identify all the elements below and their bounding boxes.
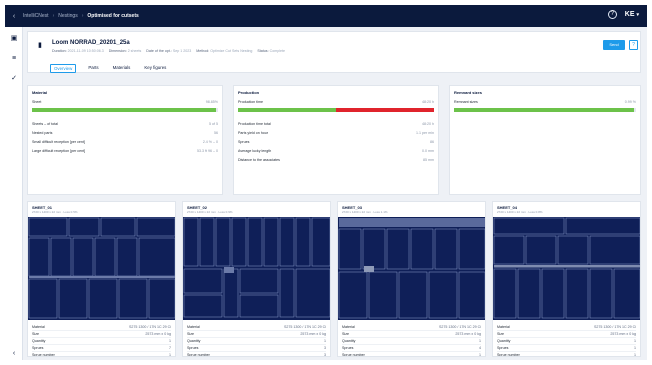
user-initials: KE bbox=[624, 11, 635, 18]
list-icon[interactable]: ≡ bbox=[10, 55, 18, 62]
card-row: Sprue number 1 bbox=[342, 351, 481, 357]
nesting-preview[interactable] bbox=[493, 217, 640, 320]
meta-item: Duration: 2021-11-09 10:50:06.3 bbox=[52, 49, 104, 53]
main-content: ▮ Loom NORRAD_20201_25a Duration: 2021-1… bbox=[27, 31, 641, 357]
panel-title: Material bbox=[32, 90, 48, 95]
user-menu[interactable]: KE ▾ bbox=[625, 11, 639, 18]
help-button[interactable]: ? bbox=[629, 40, 638, 50]
back-arrow-icon[interactable]: ‹ bbox=[5, 13, 23, 20]
meta-item: Status: Complete bbox=[257, 49, 285, 53]
stat-row: Nested parts 56 bbox=[32, 131, 218, 135]
panel-title: Production bbox=[238, 90, 260, 95]
stat-row: Production time total 48:20 h bbox=[238, 122, 434, 126]
bar-fill-red bbox=[336, 108, 434, 112]
bar-caption: Production time 48:20 h bbox=[238, 100, 434, 104]
breadcrumb-current: Optimised for cutsets bbox=[87, 13, 139, 19]
sheet-utilization-bar bbox=[32, 108, 218, 112]
bar-fill bbox=[454, 108, 635, 112]
tab-overview[interactable]: Overview bbox=[50, 64, 77, 73]
nesting-preview[interactable] bbox=[338, 217, 485, 320]
nesting-preview[interactable] bbox=[28, 217, 175, 320]
stat-row: Sheets – of total 5 of 5 bbox=[32, 122, 218, 126]
panel-title: Remnant sizes bbox=[454, 90, 483, 95]
tab-materials[interactable]: Materials bbox=[111, 64, 133, 73]
stat-row: Small difficult reception [per cent] 2.4 … bbox=[32, 140, 218, 144]
remnant-bar bbox=[454, 108, 636, 112]
app-window: ‹ IntelliCNest › Nestings › Optimised fo… bbox=[5, 5, 647, 360]
tab-parts[interactable]: Parts bbox=[86, 64, 100, 73]
help-icon[interactable]: ? bbox=[607, 10, 617, 19]
sheet-subtitle: 2720 x 1400 x 22 mm · Loss 0.8% bbox=[497, 210, 543, 214]
stat-row: Large difficult reception [per cent] 53.3… bbox=[32, 149, 218, 153]
page-title: Loom NORRAD_20201_25a bbox=[52, 40, 130, 46]
stat-row: Distance to the associates 85 mm bbox=[238, 158, 434, 162]
sheet-card[interactable]: SHEET_01 2720 x 1400 x 22 mm · Loss 0.5%… bbox=[27, 201, 176, 357]
production-panel: Production Production time 48:20 h Produc… bbox=[233, 85, 439, 195]
tab-bar: Overview Parts Materials Key figures bbox=[50, 64, 168, 73]
stat-row: Average lucky length 0.0 mm bbox=[238, 149, 434, 153]
meta-item: Date of the opt.: Sep 1 2023 bbox=[146, 49, 192, 53]
send-button[interactable]: Send bbox=[603, 40, 625, 50]
document-icon: ▮ bbox=[38, 42, 42, 49]
bar-caption: Remnant sizes 0.99 % bbox=[454, 100, 636, 104]
chevron-down-icon: ▾ bbox=[636, 12, 639, 18]
card-row: Sprue number 3 bbox=[187, 351, 326, 357]
meta-item: Method: Optimize Cut Sets Nesting bbox=[196, 49, 253, 53]
breadcrumb-1[interactable]: IntelliCNest bbox=[23, 13, 49, 19]
remnant-panel: Remnant sizes Remnant sizes 0.99 % bbox=[449, 85, 641, 195]
material-panel: Material Sheet 98.85% Sheets – of total 5 … bbox=[27, 85, 223, 195]
sheet-subtitle: 2720 x 1400 x 22 mm · Loss 0.5% bbox=[32, 210, 78, 214]
production-time-bar bbox=[238, 108, 434, 112]
breadcrumb-2[interactable]: Nestings bbox=[58, 13, 77, 19]
top-bar: ‹ IntelliCNest › Nestings › Optimised fo… bbox=[5, 5, 647, 27]
sheet-card[interactable]: SHEET_04 2720 x 1400 x 22 mm · Loss 0.8%… bbox=[492, 201, 641, 357]
bar-fill bbox=[32, 108, 217, 112]
nesting-header: ▮ Loom NORRAD_20201_25a Duration: 2021-1… bbox=[27, 31, 641, 73]
sheet-card[interactable]: SHEET_03 2720 x 1400 x 22 mm · Loss 1.1%… bbox=[337, 201, 486, 357]
collapse-icon[interactable]: ‹ bbox=[10, 350, 18, 357]
nesting-preview[interactable] bbox=[183, 217, 330, 320]
bar-fill-green bbox=[238, 108, 336, 112]
tab-key-figures[interactable]: Key figures bbox=[142, 64, 168, 73]
check-icon[interactable]: ✓ bbox=[10, 75, 18, 82]
card-row: Sprue number 1 bbox=[497, 351, 636, 357]
breadcrumb-separator: › bbox=[81, 13, 84, 19]
nest-icon[interactable]: ▣ bbox=[10, 35, 18, 42]
meta-item: Dimension: 2 sheets bbox=[108, 49, 142, 53]
sheet-subtitle: 2720 x 1400 x 22 mm · Loss 0.9% bbox=[187, 210, 233, 214]
breadcrumb-separator: › bbox=[52, 13, 55, 19]
left-navigation: ▣ ≡ ✓ ‹ bbox=[5, 27, 23, 360]
bar-caption: Sheet 98.85% bbox=[32, 100, 218, 104]
sheet-card[interactable]: SHEET_02 2720 x 1400 x 22 mm · Loss 0.9%… bbox=[182, 201, 331, 357]
stat-row: Parts yield on hour 1.1 per min bbox=[238, 131, 434, 135]
stat-row: Sprues 86 bbox=[238, 140, 434, 144]
sheet-subtitle: 2720 x 1400 x 22 mm · Loss 1.1% bbox=[342, 210, 388, 214]
card-row: Sprue number 1 bbox=[32, 351, 171, 357]
header-meta: Duration: 2021-11-09 10:50:06.3 Dimensio… bbox=[52, 49, 285, 53]
